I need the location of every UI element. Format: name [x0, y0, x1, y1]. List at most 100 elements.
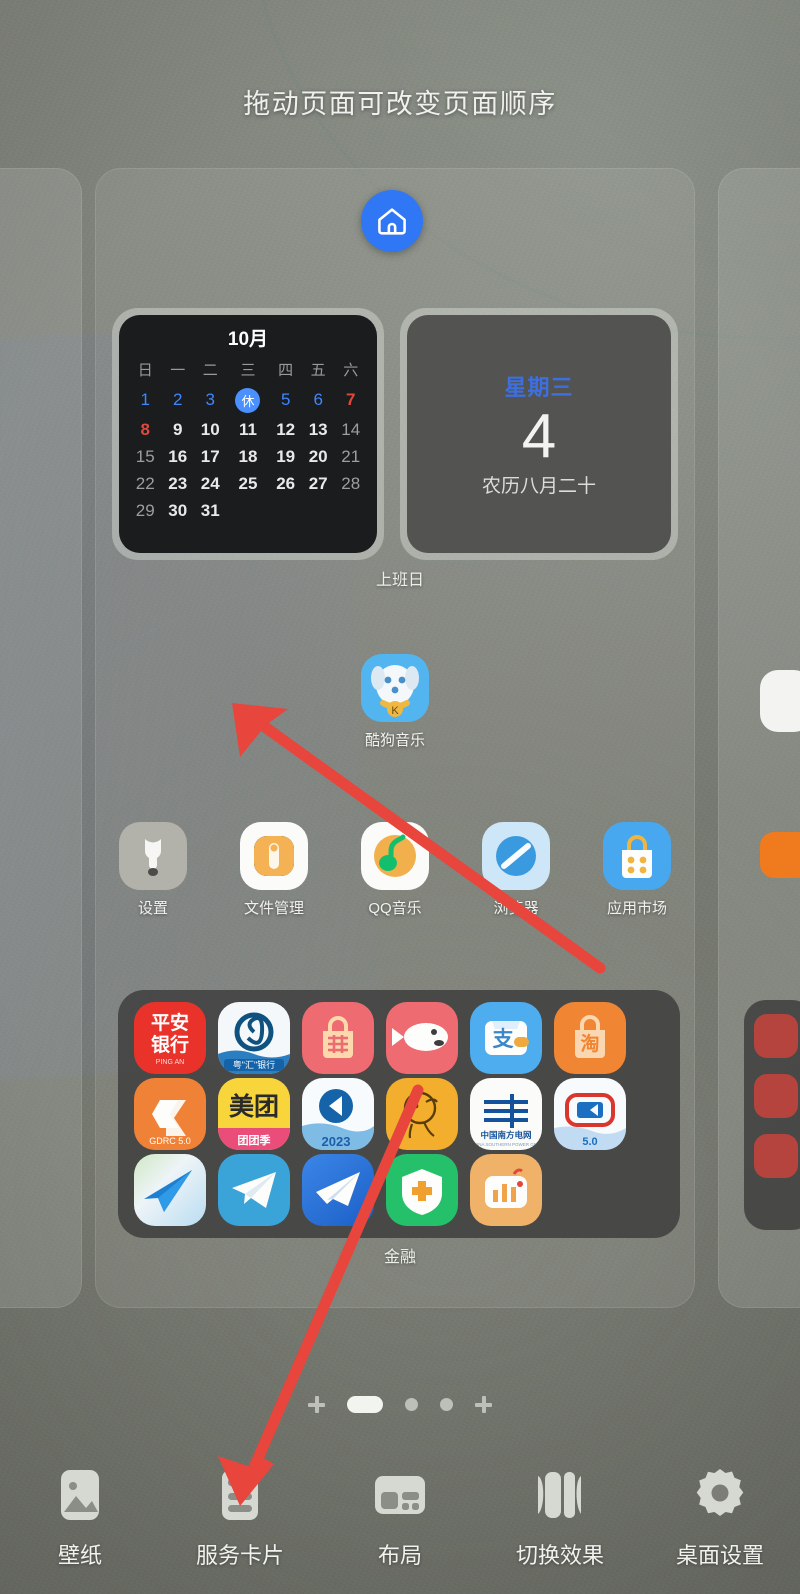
- widget-group[interactable]: 10月 日一二三四五六 1 2 3 休 5 6 7 8 9 10 11 12 13 14 15 16 17 18 1…: [112, 308, 678, 560]
- calendar-day-cell[interactable]: [269, 497, 302, 524]
- page-thumbnail-previous[interactable]: [0, 168, 82, 1308]
- page-dot-active[interactable]: [347, 1396, 383, 1413]
- app-icon-qq-music[interactable]: QQ音乐: [354, 822, 436, 918]
- app-label: 设置: [137, 900, 168, 917]
- drag-hint-text: 拖动页面可改变页面顺序: [243, 89, 557, 119]
- calendar-day-cell[interactable]: 18: [227, 443, 270, 470]
- svg-text:平安: 平安: [151, 1011, 189, 1034]
- folder-row: GDRC 5.0 美团 团团季 2023 中国南方电网 CHINA SOUTHE…: [134, 1078, 664, 1150]
- calendar-day-cell[interactable]: 23: [162, 470, 195, 497]
- calendar-month-label: 10月: [227, 329, 269, 350]
- calendar-day-cell[interactable]: 1: [129, 384, 162, 416]
- folder-app-pingan[interactable]: 平安 银行 PING AN: [134, 1002, 206, 1074]
- calendar-day-cell[interactable]: 31: [194, 497, 227, 524]
- calendar-body: 1 2 3 休 5 6 7 8 9 10 11 12 13 14 15 16 17 18 19 20 21 22 23 24 2…: [129, 384, 367, 524]
- layout-grid-icon: [371, 1466, 429, 1524]
- calendar-day-cell[interactable]: 12: [269, 416, 302, 443]
- app-market-bag-icon: [603, 822, 671, 890]
- peek-app-icon-orange[interactable]: [760, 832, 800, 878]
- toolbar-item-desktop-settings[interactable]: 桌面设置: [640, 1442, 800, 1594]
- calendar-widget[interactable]: 10月 日一二三四五六 1 2 3 休 5 6 7 8 9 10 11 12 13 14 15 16 17 18 1…: [112, 308, 384, 560]
- calendar-day-cell[interactable]: 8: [129, 416, 162, 443]
- calendar-day-cell[interactable]: [302, 497, 335, 524]
- calendar-day-cell[interactable]: 5: [269, 384, 302, 416]
- date-widget[interactable]: 星期三 4 农历八月二十: [400, 308, 678, 560]
- date-day-number: 4: [521, 401, 557, 471]
- calendar-day-cell[interactable]: 9: [162, 416, 195, 443]
- folder-finance[interactable]: 平安 银行 PING AN 粤"汇"银行 支 淘 GDRC 5.0 美团 团团季…: [118, 990, 680, 1238]
- folder-app-csg[interactable]: 中国南方电网 CHINA SOUTHERN POWER GRID: [470, 1078, 542, 1150]
- calendar-grid: 日一二三四五六 1 2 3 休 5 6 7 8 9 10 11 12 13 14 15 16 17 18 19 20 2…: [129, 357, 367, 524]
- calendar-day-cell[interactable]: 30: [162, 497, 195, 524]
- calendar-day-cell[interactable]: 19: [269, 443, 302, 470]
- calendar-day-cell[interactable]: 20: [302, 443, 335, 470]
- app-icon-app-market[interactable]: 应用市场: [596, 822, 678, 918]
- calendar-day-cell[interactable]: 25: [227, 470, 270, 497]
- app-icon-settings[interactable]: 设置: [112, 822, 194, 918]
- service-card-icon: [211, 1466, 269, 1524]
- folder-app-stocks[interactable]: [470, 1154, 542, 1226]
- folder-app-ccb[interactable]: 2023: [302, 1078, 374, 1150]
- calendar-day-cell[interactable]: 21: [334, 443, 367, 470]
- calendar-day-cell[interactable]: 10: [194, 416, 227, 443]
- calendar-day-cell[interactable]: 17: [194, 443, 227, 470]
- page-dot[interactable]: [405, 1398, 418, 1411]
- app-icon-file-manager[interactable]: 文件管理: [233, 822, 315, 918]
- app-icon-kugou[interactable]: K 酷狗音乐: [355, 654, 435, 750]
- toolbar-item-service-card[interactable]: 服务卡片: [160, 1442, 320, 1594]
- date-lunar: 农历八月二十: [481, 476, 596, 498]
- calendar-day-cell[interactable]: [227, 497, 270, 524]
- folder-app-jd-finance[interactable]: [386, 1078, 458, 1150]
- folder-app-gdrc[interactable]: GDRC 5.0: [134, 1078, 206, 1150]
- folder-app-yuehui-bank[interactable]: 粤"汇"银行: [218, 1002, 290, 1074]
- peek-app-icon-white[interactable]: [760, 670, 800, 732]
- app-label: QQ音乐: [368, 900, 422, 917]
- toolbar-item-layout[interactable]: 布局: [320, 1442, 480, 1594]
- calendar-day-cell[interactable]: 14: [334, 416, 367, 443]
- toolbar-item-transition[interactable]: 切换效果: [480, 1442, 640, 1594]
- calendar-day-cell[interactable]: 27: [302, 470, 335, 497]
- app-label: 浏览器: [493, 900, 539, 917]
- transition-effect-icon: [531, 1466, 589, 1524]
- svg-text:粤"汇"银行: 粤"汇"银行: [233, 1059, 275, 1070]
- toolbar-item-wallpaper[interactable]: 壁纸: [0, 1442, 160, 1594]
- calendar-day-cell[interactable]: 16: [162, 443, 195, 470]
- app-icon-browser[interactable]: 浏览器: [475, 822, 557, 918]
- calendar-day-cell[interactable]: 22: [129, 470, 162, 497]
- folder-app-meituan[interactable]: 美团 团团季: [218, 1078, 290, 1150]
- add-page-left-button[interactable]: [308, 1396, 325, 1413]
- folder-app-telegram[interactable]: [218, 1154, 290, 1226]
- calendar-day-cell[interactable]: 28: [334, 470, 367, 497]
- calendar-weekday-header: 四: [278, 362, 294, 379]
- svg-text:支: 支: [493, 1028, 515, 1051]
- calendar-day-cell[interactable]: [334, 497, 367, 524]
- folder-app-security[interactable]: [386, 1154, 458, 1226]
- folder-app-taobao[interactable]: 淘: [554, 1002, 626, 1074]
- folder-app-jd[interactable]: [386, 1002, 458, 1074]
- toolbar-label: 壁纸: [57, 1543, 102, 1568]
- browser-icon: [482, 822, 550, 890]
- calendar-day-cell[interactable]: 3: [194, 384, 227, 416]
- folder-app-pinduoduo[interactable]: [302, 1002, 374, 1074]
- page-dot[interactable]: [440, 1398, 453, 1411]
- home-page-badge[interactable]: [361, 190, 423, 252]
- calendar-day-cell[interactable]: 13: [302, 416, 335, 443]
- svg-text:K: K: [391, 705, 399, 717]
- peek-folder[interactable]: [744, 1000, 800, 1230]
- calendar-day-cell[interactable]: 29: [129, 497, 162, 524]
- calendar-day-cell[interactable]: 休: [227, 384, 270, 416]
- calendar-weekday-header: 二: [202, 362, 218, 379]
- folder-app-payment[interactable]: 支: [470, 1002, 542, 1074]
- calendar-day-cell[interactable]: 26: [269, 470, 302, 497]
- calendar-day-cell[interactable]: 11: [227, 416, 270, 443]
- calendar-day-cell[interactable]: 6: [302, 384, 335, 416]
- folder-app-feishu[interactable]: [134, 1154, 206, 1226]
- folder-app-lanxin[interactable]: [302, 1154, 374, 1226]
- calendar-day-cell[interactable]: 2: [162, 384, 195, 416]
- calendar-day-cell[interactable]: 7: [334, 384, 367, 416]
- svg-text:2023: 2023: [322, 1134, 351, 1149]
- calendar-day-cell[interactable]: 15: [129, 443, 162, 470]
- calendar-day-cell[interactable]: 24: [194, 470, 227, 497]
- folder-app-icbc-rong[interactable]: 5.0: [554, 1078, 626, 1150]
- add-page-right-button[interactable]: [475, 1396, 492, 1413]
